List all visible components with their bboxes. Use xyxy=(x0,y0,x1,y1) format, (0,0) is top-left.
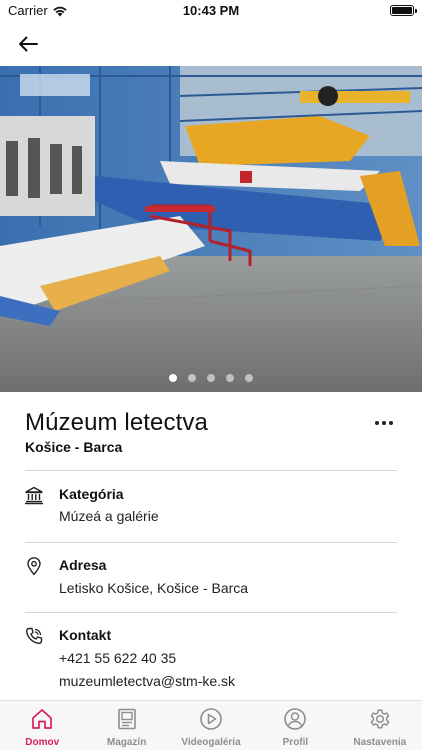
more-dot xyxy=(389,421,393,425)
back-button[interactable] xyxy=(14,30,42,58)
tab-home[interactable]: Domov xyxy=(0,701,84,750)
photo-gallery[interactable] xyxy=(0,66,422,392)
profile-icon xyxy=(284,708,307,730)
category-row: Kategória Múzeá a galérie xyxy=(0,470,422,542)
tab-label: Profil xyxy=(282,737,309,748)
contact-email[interactable]: muzeumletectva@stm-ke.sk xyxy=(59,673,235,689)
more-options-button[interactable] xyxy=(372,416,396,430)
magazine-icon xyxy=(117,708,136,730)
tab-label: Videogaléria xyxy=(181,737,241,748)
contact-phone[interactable]: +421 55 622 40 35 xyxy=(59,650,176,666)
status-bar: Carrier 10:43 PM xyxy=(0,0,422,22)
play-icon xyxy=(200,708,222,730)
tab-videogallery[interactable]: Videogaléria xyxy=(169,701,253,750)
address-value: Letisko Košice, Košice - Barca xyxy=(59,580,249,596)
gallery-dot[interactable] xyxy=(226,374,234,382)
status-time: 10:43 PM xyxy=(182,3,240,18)
tab-settings[interactable]: Nastavenia xyxy=(338,701,422,750)
battery-icon xyxy=(390,5,417,16)
address-label: Adresa xyxy=(59,557,107,573)
home-icon xyxy=(32,709,53,729)
phone-icon xyxy=(25,627,43,645)
address-row[interactable]: Adresa Letisko Košice, Košice - Barca xyxy=(0,542,422,612)
tab-label: Nastavenia xyxy=(353,737,407,748)
gallery-dot[interactable] xyxy=(207,374,215,382)
gallery-dot[interactable] xyxy=(188,374,196,382)
gallery-pagination xyxy=(0,374,422,382)
place-details: Múzeum letectva Košice - Barca Kategória… xyxy=(0,392,422,700)
place-subtitle: Košice - Barca xyxy=(25,439,123,455)
tab-profile[interactable]: Profil xyxy=(253,701,337,750)
location-pin-icon xyxy=(27,557,41,576)
settings-icon xyxy=(370,709,390,729)
tab-label: Magazín xyxy=(106,737,147,748)
tab-magazine[interactable]: Magazín xyxy=(84,701,168,750)
arrow-left-icon xyxy=(19,36,38,52)
place-title: Múzeum letectva xyxy=(25,409,208,436)
tab-label: Domov xyxy=(25,737,60,748)
tab-bar: Domov Magazín Videogaléria Profil Nastav… xyxy=(0,700,422,750)
museum-hangar-photo xyxy=(0,66,422,392)
category-label: Kategória xyxy=(59,486,124,502)
gallery-dot[interactable] xyxy=(245,374,253,382)
nav-bar xyxy=(0,22,422,66)
contact-label: Kontakt xyxy=(59,627,112,643)
museum-icon xyxy=(25,486,43,505)
more-dot xyxy=(382,421,386,425)
more-dot xyxy=(375,421,379,425)
gallery-dot[interactable] xyxy=(169,374,177,382)
category-value: Múzeá a galérie xyxy=(59,508,159,524)
contact-row: Kontakt +421 55 622 40 35 muzeumletectva… xyxy=(0,612,422,700)
